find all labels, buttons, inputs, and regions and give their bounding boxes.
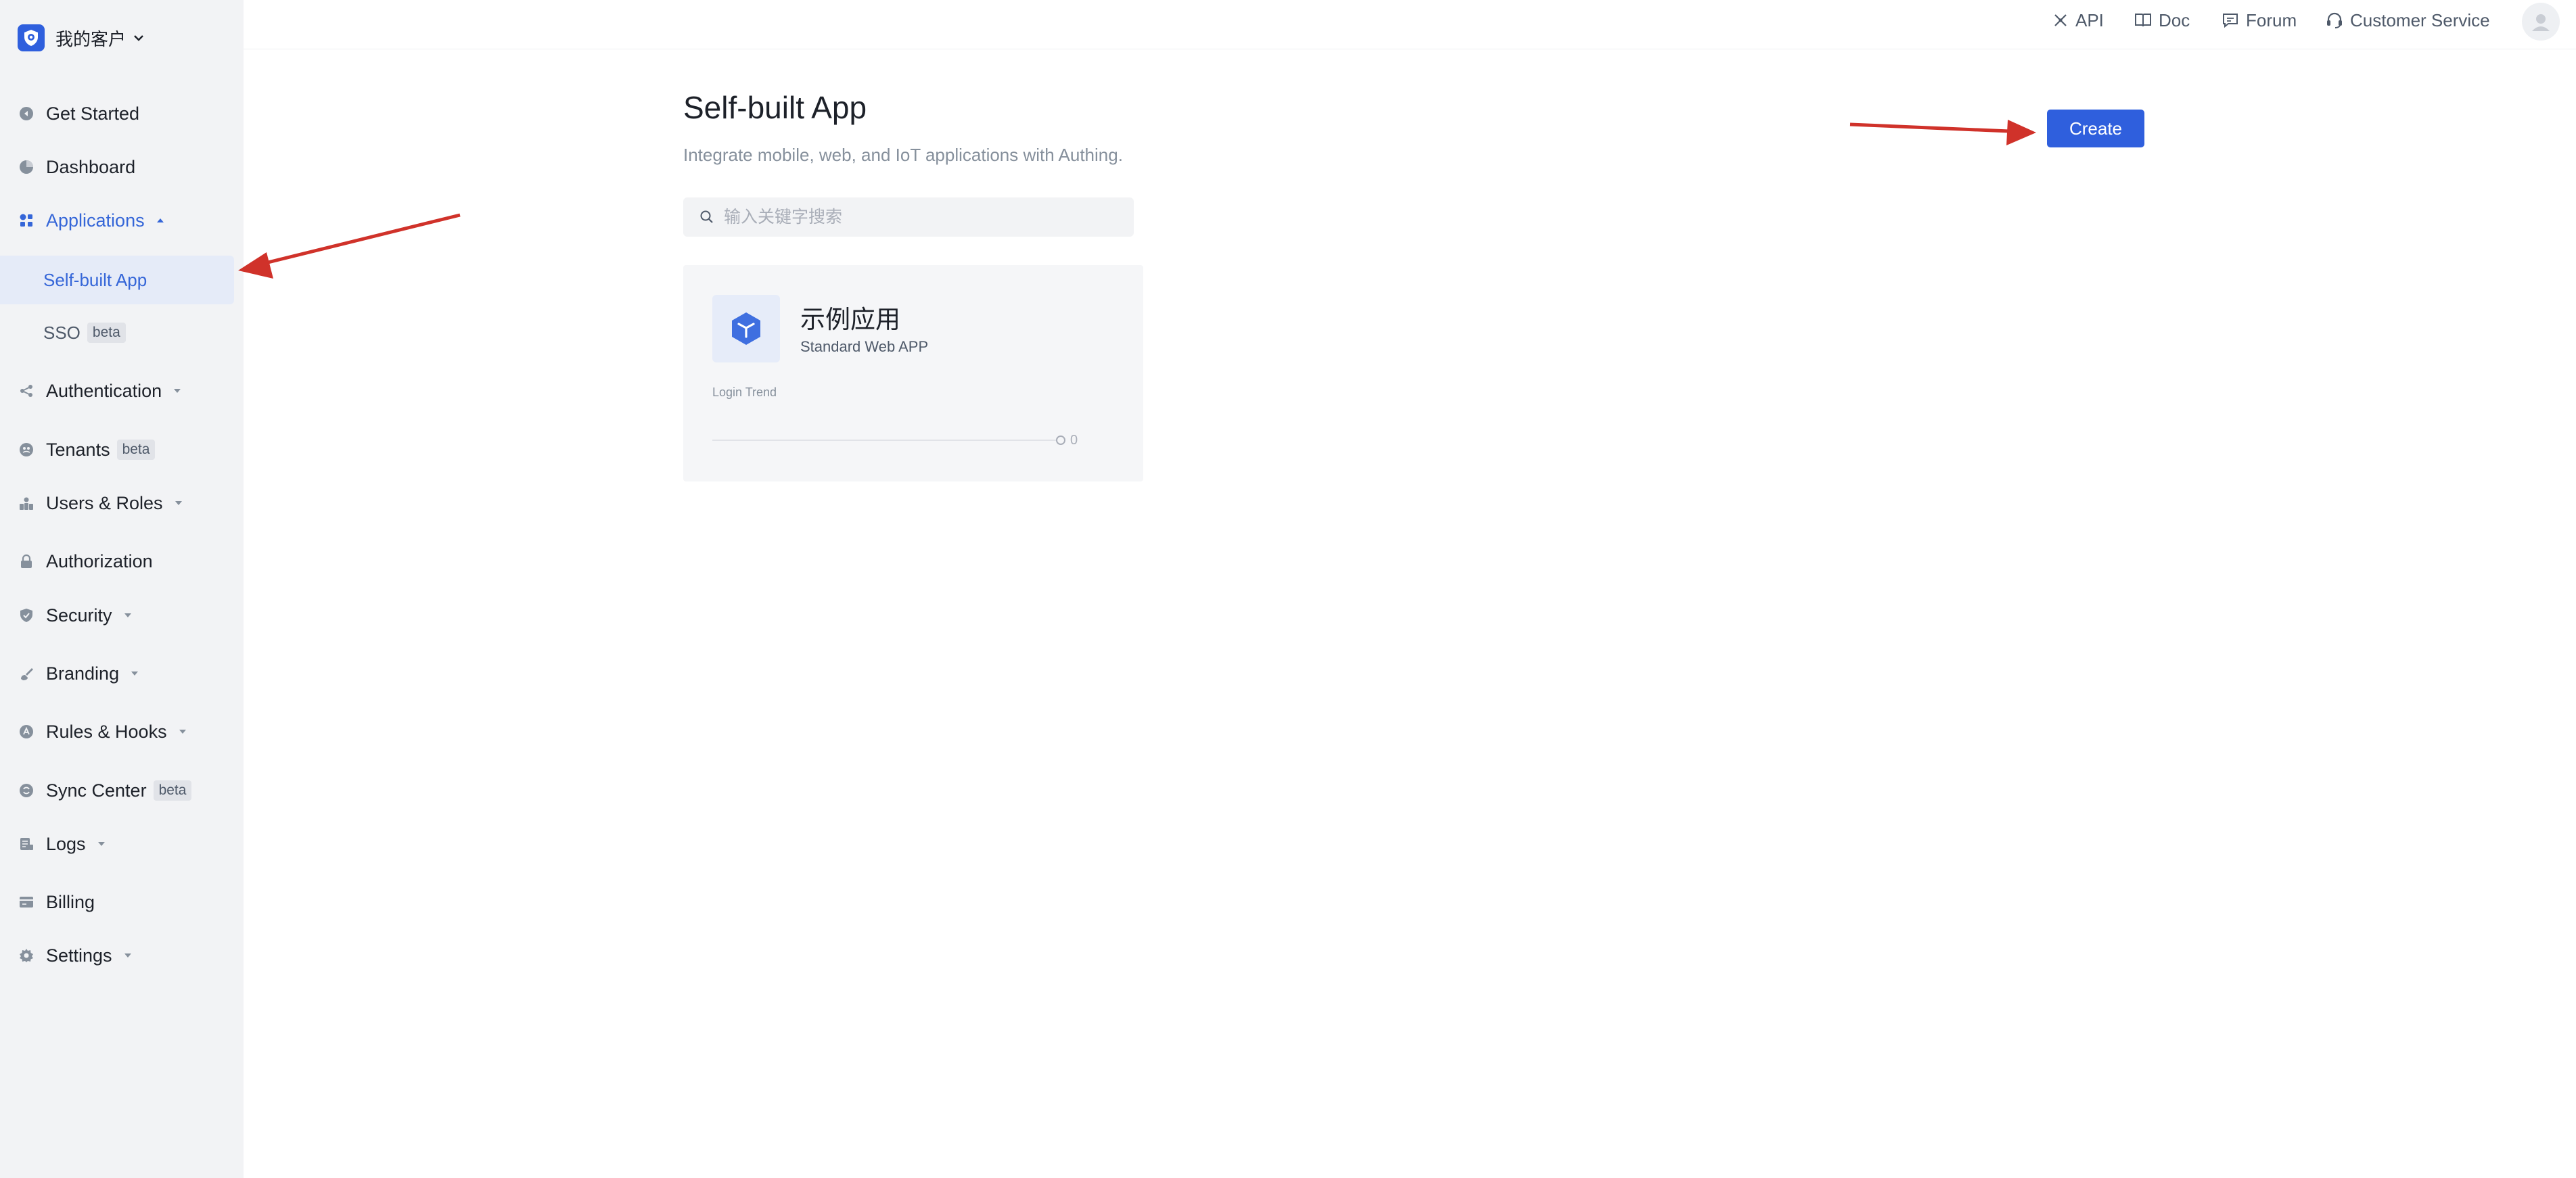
- doc-link-label: Doc: [2159, 9, 2190, 30]
- share-nodes-icon: [18, 382, 35, 400]
- caret-down-icon: [174, 500, 183, 506]
- sidebar-item-label: Tenants: [46, 439, 110, 460]
- workspace-switcher[interactable]: 我的客户: [18, 24, 145, 51]
- sidebar-item-sync-center[interactable]: Sync Center beta: [0, 766, 234, 815]
- rules-icon: [18, 723, 35, 740]
- forum-link-label: Forum: [2246, 9, 2297, 30]
- lock-icon: [18, 552, 35, 570]
- caret-up-icon: [156, 217, 165, 224]
- sidebar-item-get-started[interactable]: Get Started: [0, 89, 234, 138]
- shield-logo-icon: [18, 24, 45, 51]
- login-trend-value: 0: [1070, 433, 1078, 448]
- search-icon: [700, 210, 713, 223]
- sidebar-item-tenants[interactable]: Tenants beta: [0, 425, 234, 474]
- create-app-button[interactable]: Create: [2047, 110, 2144, 147]
- caret-down-icon: [123, 612, 133, 619]
- sidebar-item-label: Self-built App: [43, 269, 147, 290]
- gear-icon: [18, 947, 35, 964]
- sidebar-item-label: Users & Roles: [46, 492, 163, 513]
- log-list-icon: [18, 835, 35, 853]
- brush-icon: [18, 665, 35, 682]
- sidebar-item-security[interactable]: Security: [0, 591, 234, 640]
- caret-down-icon: [178, 728, 187, 735]
- sidebar-item-label: Branding: [46, 663, 120, 684]
- sidebar-item-label: Settings: [46, 945, 112, 966]
- create-button-label: Create: [2069, 118, 2123, 139]
- user-avatar-icon: [2532, 14, 2550, 31]
- app-card[interactable]: 示例应用 Standard Web APP Login Trend 0: [683, 265, 1143, 481]
- forum-link[interactable]: Forum: [2222, 9, 2297, 31]
- sidebar-item-users-roles[interactable]: Users & Roles: [0, 479, 234, 527]
- customer-service-label: Customer Service: [2350, 9, 2490, 30]
- shield-check-icon: [18, 607, 35, 624]
- sidebar-item-label: Authorization: [46, 550, 153, 571]
- rocket-icon: [18, 105, 35, 122]
- sidebar-item-label: Billing: [46, 891, 95, 912]
- page-title: Self-built App: [683, 90, 867, 125]
- sidebar-item-dashboard[interactable]: Dashboard: [0, 143, 234, 191]
- sidebar-item-label: Dashboard: [46, 156, 136, 177]
- billing-icon: [18, 893, 35, 911]
- sidebar-item-self-built-app[interactable]: Self-built App: [0, 256, 234, 304]
- user-avatar[interactable]: [2522, 3, 2560, 41]
- annotation-arrow-right: [1849, 120, 2036, 145]
- login-trend-point: [1056, 435, 1065, 445]
- sidebar-item-settings[interactable]: Settings: [0, 931, 234, 980]
- api-icon: [2054, 14, 2067, 26]
- api-link-label: API: [2075, 9, 2104, 30]
- login-trend-line: [712, 440, 1056, 441]
- sidebar-item-label: Security: [46, 605, 112, 626]
- caret-down-icon: [172, 387, 182, 394]
- cube-icon: [712, 295, 780, 362]
- sidebar-item-authorization[interactable]: Authorization: [0, 537, 234, 586]
- book-icon: [2135, 14, 2151, 27]
- caret-down-icon: [97, 841, 106, 847]
- sidebar-item-rules-hooks[interactable]: Rules & Hooks: [0, 707, 234, 756]
- annotation-arrows: [238, 120, 2036, 279]
- sidebar-item-authentication[interactable]: Authentication: [0, 367, 234, 415]
- beta-badge: beta: [87, 323, 126, 343]
- sidebar-item-label: Rules & Hooks: [46, 721, 167, 742]
- sidebar: 我的客户 Get Started Dashboard Applications …: [0, 0, 244, 1178]
- caret-down-icon: [123, 952, 133, 959]
- headset-icon: [2327, 12, 2342, 28]
- sync-icon: [18, 782, 35, 799]
- beta-badge: beta: [116, 440, 156, 460]
- sidebar-item-applications[interactable]: Applications: [0, 196, 234, 245]
- sidebar-item-label: Get Started: [46, 103, 140, 124]
- doc-link[interactable]: Doc: [2134, 9, 2190, 31]
- beta-badge: beta: [153, 780, 192, 801]
- sidebar-item-label: Logs: [46, 833, 86, 854]
- annotation-arrow-left: [238, 213, 461, 279]
- tenants-icon: [18, 441, 35, 458]
- sidebar-item-label: SSO: [43, 322, 80, 343]
- sidebar-item-label: Sync Center: [46, 780, 147, 801]
- customer-service-link[interactable]: Customer Service: [2326, 9, 2490, 31]
- apps-grid-icon: [18, 212, 35, 229]
- login-trend-label: Login Trend: [712, 385, 777, 399]
- caret-down-icon: [130, 670, 139, 677]
- users-icon: [18, 494, 35, 512]
- sidebar-item-billing[interactable]: Billing: [0, 878, 234, 926]
- search-input[interactable]: [722, 206, 1124, 228]
- search-box[interactable]: [683, 197, 1134, 237]
- sidebar-item-branding[interactable]: Branding: [0, 649, 234, 698]
- sidebar-item-label: Applications: [46, 210, 145, 231]
- page-subtitle: Integrate mobile, web, and IoT applicati…: [683, 145, 1123, 165]
- pie-chart-icon: [18, 158, 35, 176]
- forum-icon: [2223, 14, 2238, 28]
- app-type: Standard Web APP: [800, 338, 929, 355]
- workspace-name: 我的客户: [55, 28, 127, 49]
- app-name: 示例应用: [800, 306, 900, 333]
- sidebar-item-logs[interactable]: Logs: [0, 820, 234, 868]
- sidebar-item-sso[interactable]: SSO beta: [0, 308, 234, 357]
- api-link[interactable]: API: [2052, 9, 2104, 31]
- sidebar-item-label: Authentication: [46, 380, 162, 401]
- chevron-down-icon: [133, 34, 145, 42]
